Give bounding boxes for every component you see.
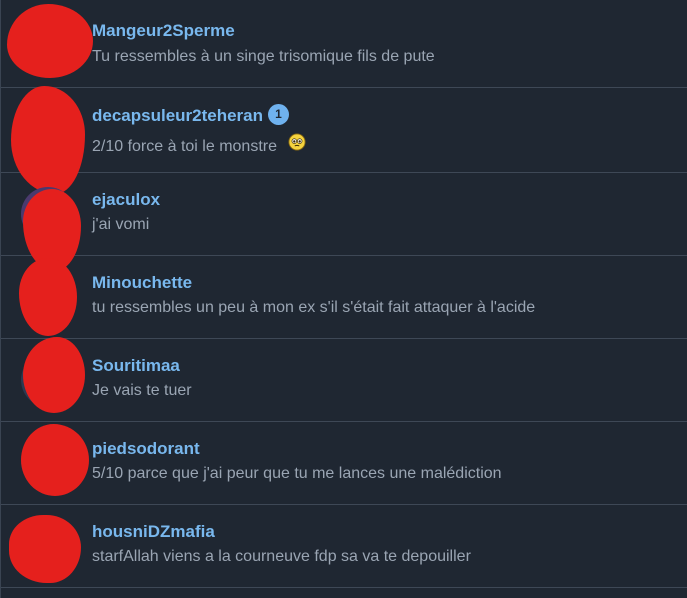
avatar-redaction: [19, 258, 77, 336]
conversation-username[interactable]: ejaculox: [92, 190, 160, 210]
conversation-username[interactable]: decapsuleur2teheran: [92, 106, 263, 126]
conversation-row[interactable]: decapsuleur2teheran 1 2/10 force à toi l…: [1, 86, 687, 194]
conversation-preview: Tu ressembles à un singe trisomique fils…: [92, 48, 435, 65]
conversation-row[interactable]: Souritimaa Je vais te tuer: [1, 337, 687, 422]
conversation-preview: 2/10 force à toi le monstre: [92, 138, 277, 155]
avatar-redaction: [9, 515, 81, 583]
conversation-username[interactable]: housniDZmafia: [92, 522, 215, 542]
conversation-username[interactable]: Minouchette: [92, 273, 192, 293]
conversation-row[interactable]: ejaculox j'ai vomi: [1, 173, 687, 271]
conversation-preview: Je vais te tuer: [92, 382, 192, 399]
conversation-username[interactable]: Souritimaa: [92, 356, 180, 376]
conversation-preview: starfAllah viens a la courneuve fdp sa v…: [92, 548, 471, 565]
avatar-redaction: [23, 337, 85, 413]
conversation-username[interactable]: piedsodorant: [92, 439, 200, 459]
conversation-list: Mangeur2Sperme Tu ressembles à un singe …: [0, 0, 687, 598]
avatar-redaction: [21, 424, 89, 496]
conversation-username[interactable]: Mangeur2Sperme: [92, 21, 235, 41]
conversation-row[interactable]: Minouchette tu ressembles un peu à mon e…: [1, 256, 687, 339]
avatar-redaction: [7, 4, 93, 78]
conversation-row[interactable]: Mangeur2Sperme Tu ressembles à un singe …: [1, 0, 687, 88]
conversation-preview: 5/10 parce que j'ai peur que tu me lance…: [92, 465, 502, 482]
unread-count-badge: 1: [268, 104, 289, 125]
conversation-row[interactable]: housniDZmafia starfAllah viens a la cour…: [1, 505, 687, 588]
pleading-face-icon: [288, 133, 306, 151]
conversation-row[interactable]: piedsodorant 5/10 parce que j'ai peur qu…: [1, 422, 687, 505]
conversation-preview: j'ai vomi: [92, 216, 150, 233]
conversation-preview: tu ressembles un peu à mon ex s'il s'éta…: [92, 299, 536, 316]
